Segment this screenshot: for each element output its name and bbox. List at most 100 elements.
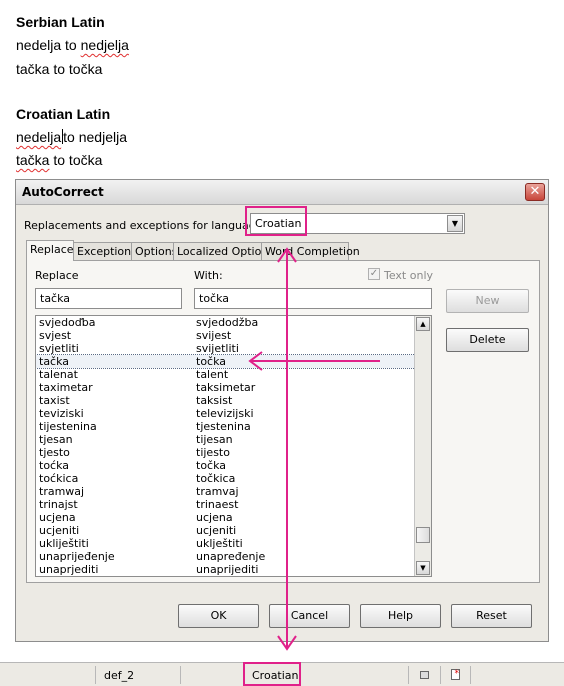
chevron-down-icon[interactable]: ▼ [447,215,463,232]
doc-text: to [61,37,81,53]
list-item-with: tijesan [196,433,233,446]
list-item-with: unaprijediti [196,563,259,576]
list-item[interactable]: talenat talent [36,368,415,381]
tab-replace[interactable]: Replace [26,240,74,261]
scroll-down-icon[interactable]: ▼ [416,561,430,575]
text-only-checkbox[interactable]: ✓ [368,268,380,280]
list-item-with: uklještiti [196,537,243,550]
list-item-with: taksist [196,394,233,407]
doc-line-4: tačka to točka [16,152,102,168]
list-item[interactable]: unaprjediti unaprijediti [36,563,415,576]
dialog-title: AutoCorrect [22,185,104,199]
list-item-with: svijest [196,329,232,342]
list-item[interactable]: ucjena ucjena [36,511,415,524]
heading-croatian-latin: Croatian Latin [16,106,111,122]
list-item-with: ucjeniti [196,524,237,537]
ok-button[interactable]: OK [178,604,259,628]
status-language-highlight-box [243,662,301,686]
list-item[interactable]: toćka točka [36,459,415,472]
close-icon[interactable]: ✕ [525,183,545,201]
list-item-with: točka [196,355,227,368]
replacement-list[interactable]: unaprjediti unaprijediti unaprijeđenje unap… [35,315,432,577]
delete-button[interactable]: Delete [446,328,529,352]
list-item[interactable]: svjest svijest [36,329,415,342]
list-item[interactable]: ucjeniti ucjeniti [36,524,415,537]
list-item-replace: trinajst [39,498,78,511]
list-item-replace: ucjena [39,511,76,524]
list-item[interactable]: svjedoďba svjedodžba [36,316,415,329]
tab-word-completion[interactable]: Word Completion [261,242,360,260]
list-item-with: tijesto [196,446,230,459]
help-button[interactable]: Help [360,604,441,628]
doc-word: nedelja [16,37,62,53]
list-item-replace: svjest [39,329,72,342]
tab-localized-options[interactable]: Localized Options [173,242,274,260]
list-item[interactable]: svjetliti svijetliti [36,342,415,355]
list-item-replace: talenat [39,368,78,381]
list-item-with: tjestenina [196,420,251,433]
list-item[interactable]: taxist taksist [36,394,415,407]
scrollbar-thumb[interactable] [416,527,430,543]
language-label: Replacements and exceptions for language… [24,219,267,232]
list-item[interactable]: toćkica točkica [36,472,415,485]
list-scrollbar[interactable]: ▲ ▼ [414,316,431,576]
scroll-up-icon[interactable]: ▲ [416,317,430,331]
tab-exceptions[interactable]: Exceptions [73,242,137,260]
divider [95,666,96,684]
list-item-with: ucjena [196,511,233,524]
with-input-value: točka [199,292,230,305]
with-input[interactable]: točka [194,288,432,309]
replace-input[interactable]: tačka [35,288,182,309]
heading-serbian-latin: Serbian Latin [16,14,105,30]
reset-button[interactable]: Reset [451,604,532,628]
list-item-with: televizijski [196,407,254,420]
replace-column-header: Replace [35,269,79,282]
list-item[interactable]: teviziski televizijski [36,407,415,420]
list-item-replace: toćka [39,459,70,472]
list-item-replace: unaprjediti [39,563,99,576]
list-item[interactable]: unaprijeđenje unapređenje [36,550,415,563]
list-item-with: točka [196,459,227,472]
list-item-replace: unaprijeđenje [39,550,115,563]
list-item[interactable]: tramwaj tramvaj [36,485,415,498]
list-item-replace: tijestenina [39,420,97,433]
autocorrect-dialog: AutoCorrect ✕ Replacements and exception… [15,179,549,642]
list-item-replace: taxist [39,394,70,407]
list-item-replace: svjedoďba [39,316,96,329]
dialog-titlebar[interactable]: AutoCorrect ✕ [16,180,548,205]
list-item[interactable]: trinajst trinaest [36,498,415,511]
list-item[interactable]: tačka točka [36,354,416,369]
list-item-replace: toćkica [39,472,79,485]
list-item-with: tramvaj [196,485,239,498]
list-item-replace: svjetliti [39,342,79,355]
doc-text: to nedjelja [63,129,127,145]
cancel-button[interactable]: Cancel [269,604,350,628]
list-item-with: točkica [196,472,236,485]
list-item[interactable]: ukliještiti uklještiti [36,537,415,550]
new-button[interactable]: New [446,289,529,313]
list-item-replace: ucjeniti [39,524,80,537]
document-area[interactable]: Serbian Latin nedelja to nedjelja tačka … [0,0,564,178]
with-column-header: With: [194,269,223,282]
document-modified-icon[interactable]: * [451,669,460,680]
insert-mode-icon[interactable] [420,671,429,679]
list-item[interactable]: tjesto tijesto [36,446,415,459]
tab-options[interactable]: Options [131,242,177,260]
list-item-replace: tjesan [39,433,73,446]
list-item-replace: teviziski [39,407,84,420]
list-item-with: unapređenje [196,550,266,563]
page-style-indicator[interactable]: def_2 [104,669,134,682]
list-item-with: taksimetar [196,381,256,394]
doc-line-3: nedelja to nedjelja [16,129,127,145]
misspelled-word: tačka [16,152,50,168]
list-item[interactable]: tjesan tijesan [36,433,415,446]
list-item-replace: tačka [39,355,70,368]
list-item-with: svijetliti [196,342,239,355]
divider [440,666,441,684]
list-item[interactable]: tijestenina tjestenina [36,420,415,433]
list-item[interactable]: taximetar taksimetar [36,381,415,394]
list-item-with: trinaest [196,498,239,511]
misspelled-word: nedelja [16,129,62,145]
replace-input-value: tačka [40,292,71,305]
list-item-with: talent [196,368,229,381]
